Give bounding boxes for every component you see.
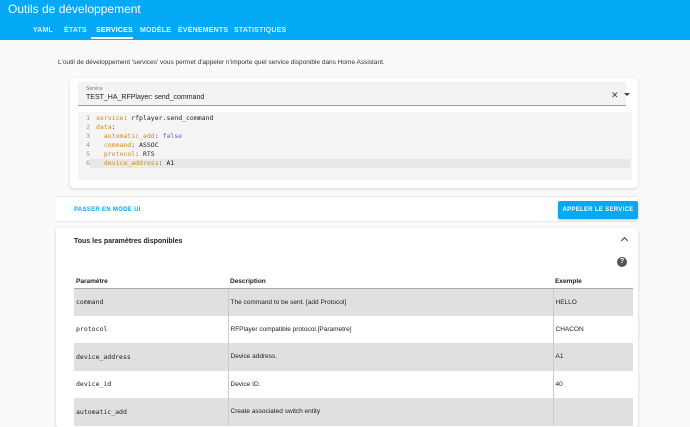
param-description: Create associated switch entity (228, 398, 554, 426)
yaml-key: command (96, 141, 132, 149)
call-service-button[interactable]: APPELER LE SERVICE (558, 201, 638, 219)
tab-evenements[interactable]: ÉVÉNEMENTS (178, 27, 228, 34)
tab-yaml[interactable]: YAML (33, 27, 53, 34)
column-header: Exemple (553, 276, 633, 289)
yaml-sep: : (111, 123, 116, 131)
yaml-value: A1 (166, 159, 175, 167)
yaml-key: protocol (96, 150, 136, 158)
yaml-value: RTS (142, 150, 155, 158)
code-line: command: ASSOC (90, 141, 630, 150)
yaml-value: false (162, 132, 183, 140)
yaml-key: device_address (96, 159, 159, 167)
arrow-drop-down-icon[interactable] (624, 93, 630, 96)
tab-etats[interactable]: ÉTATS (64, 27, 87, 34)
param-example: HELLO (553, 288, 633, 316)
line-number: 4 (86, 141, 90, 149)
params-table: Paramètre Description Exemple command Th… (74, 276, 633, 426)
param-description: The command to be sent. [add Protocol] (228, 288, 554, 316)
code-line: protocol: RTS (90, 150, 630, 159)
line-number: 1 (86, 114, 90, 122)
yaml-editor[interactable]: 1 2 3 4 5 6 service: rfplayer.send_comma… (78, 112, 632, 180)
help-circle-icon[interactable]: ? (617, 257, 627, 267)
app-header: Outils de développement YAML ÉTATS SERVI… (0, 0, 690, 40)
column-header: Paramètre (74, 276, 228, 289)
code-line: automatic_add: false (90, 132, 630, 141)
table-row: automatic_add Create associated switch e… (74, 398, 633, 426)
yaml-key: service (96, 114, 124, 122)
tab-services[interactable]: SERVICES (96, 27, 133, 34)
line-number: 6 (86, 159, 90, 167)
param-example: CHACON (555, 325, 584, 333)
table-header-row: Paramètre Description Exemple (74, 276, 633, 289)
action-bar: PASSER EN MODE UI APPELER LE SERVICE (56, 196, 638, 222)
table-row: command The command to be sent. [add Pro… (74, 288, 633, 316)
close-icon[interactable]: ✕ (611, 91, 619, 100)
params-title[interactable]: Tous les paramètres disponibles (74, 238, 182, 245)
yaml-sep: : (135, 150, 143, 158)
chevron-up-icon[interactable] (620, 236, 629, 245)
param-example (553, 398, 633, 426)
params-card: Tous les paramètres disponibles ? Paramè… (56, 228, 638, 427)
param-description: RFPlayer compatible protocol.[Parametre] (228, 315, 554, 343)
param-description: Device address. (228, 343, 554, 371)
yaml-sep: : (131, 141, 140, 149)
table-row: device_address Device address. A1 (74, 343, 633, 371)
yaml-key: automatic_add (96, 132, 155, 140)
service-field-value: TEST_HA_RFPlayer: send_command (86, 94, 205, 101)
page-title: Outils de développement (8, 2, 141, 16)
service-card: Service TEST_HA_RFPlayer: send_command ✕… (70, 78, 638, 188)
line-numbers: 1 2 3 4 5 6 (78, 114, 90, 168)
ui-mode-button[interactable]: PASSER EN MODE UI (74, 207, 141, 213)
param-name: protocol (74, 315, 229, 343)
column-header: Description (228, 276, 553, 289)
param-name: automatic_add (74, 398, 229, 426)
line-number: 5 (86, 150, 90, 158)
line-number: 3 (86, 132, 90, 140)
table-row: device_id Device ID. 40 (74, 370, 633, 398)
yaml-value: rfplayer.send_command (131, 114, 214, 122)
param-example: 40 (555, 380, 563, 388)
param-name: command (74, 288, 229, 316)
intro-text: L'outil de développement 'services' vous… (58, 59, 385, 66)
param-name: device_address (74, 343, 229, 371)
param-name: device_id (74, 370, 229, 398)
yaml-value: ASSOC (139, 141, 159, 149)
table-row: protocol RFPlayer compatible protocol.[P… (74, 315, 633, 343)
code-line-active: device_address: A1 (90, 159, 630, 168)
code-line: service: rfplayer.send_command (90, 114, 630, 123)
service-field-label: Service (86, 86, 103, 92)
active-tab-indicator (91, 37, 133, 39)
service-picker[interactable]: Service TEST_HA_RFPlayer: send_command ✕ (78, 82, 630, 106)
param-description: Device ID. (228, 370, 554, 398)
code-line: data: (90, 123, 630, 132)
tab-modele[interactable]: MODÈLE (140, 27, 171, 34)
line-number: 2 (86, 123, 90, 131)
yaml-sep: : (154, 132, 163, 140)
param-example: A1 (553, 343, 633, 371)
yaml-key: data (96, 123, 112, 131)
tab-statistiques[interactable]: STATISTIQUES (234, 27, 286, 34)
